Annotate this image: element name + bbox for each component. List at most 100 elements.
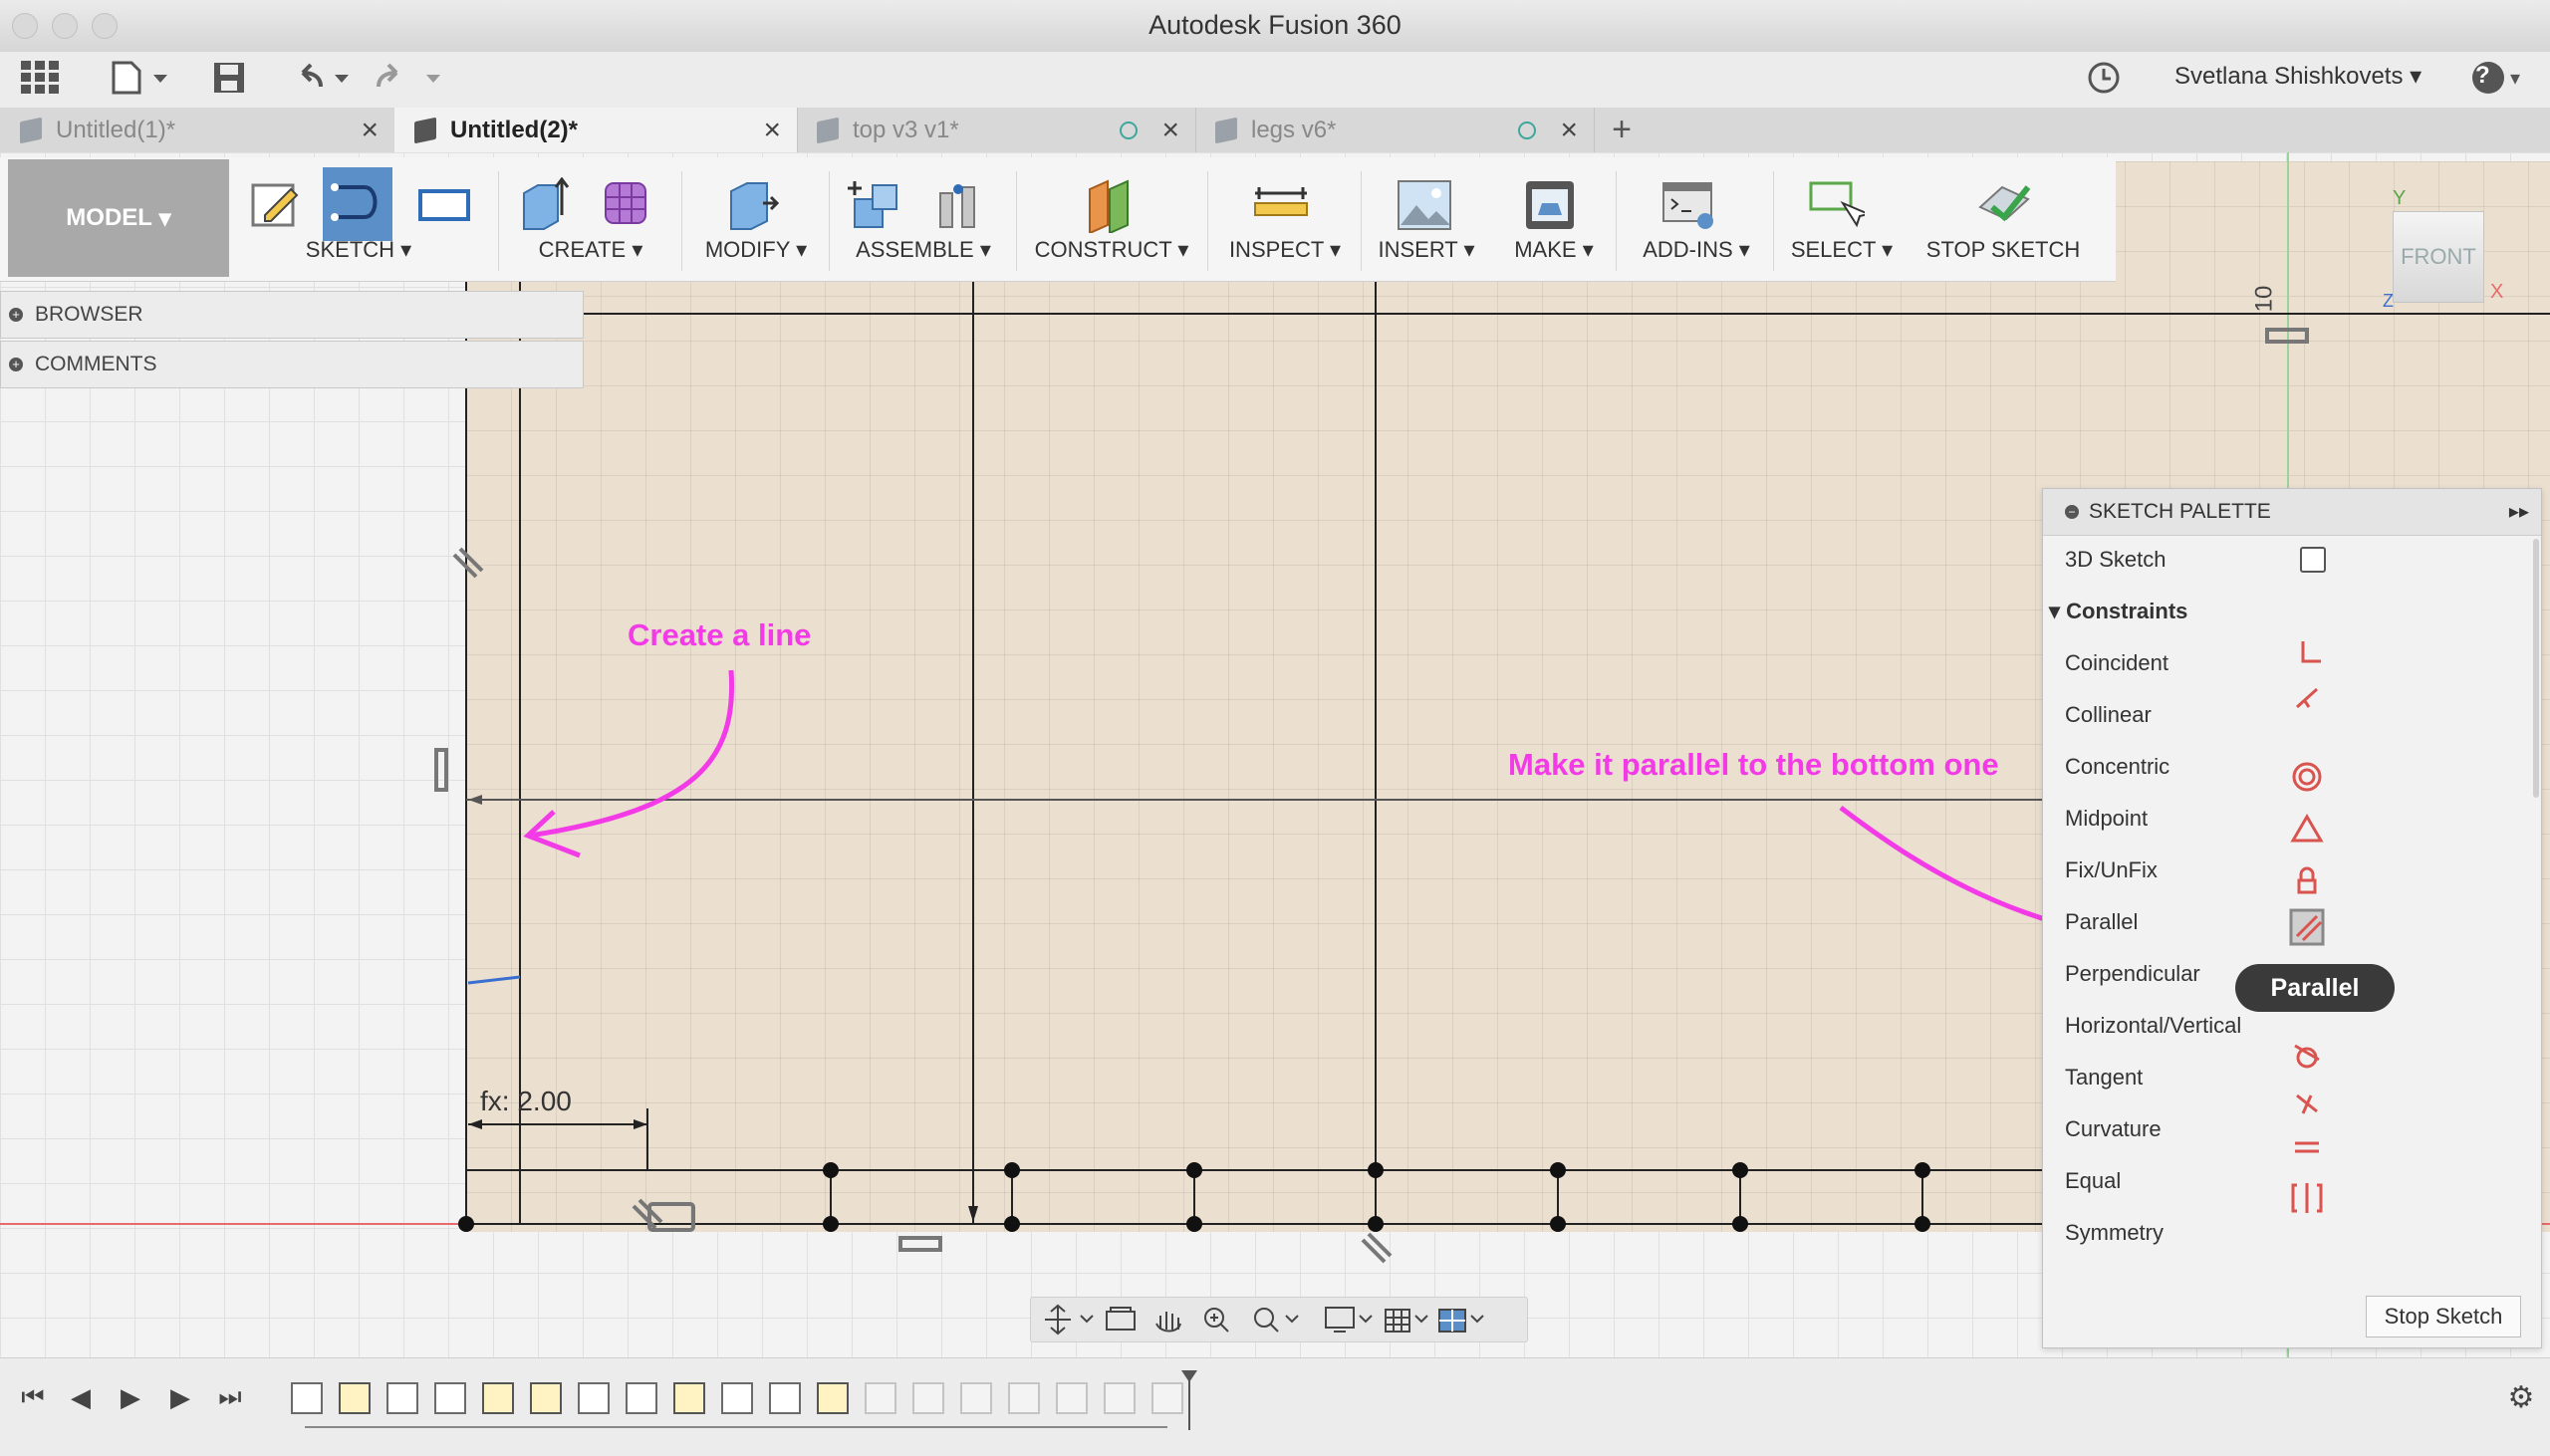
step-back-icon[interactable]: ◀	[64, 1380, 98, 1414]
user-menu[interactable]: Svetlana Shishkovets ▾	[2174, 62, 2422, 91]
dimension-label[interactable]: fx: 2.00	[480, 1086, 572, 1117]
timeline-feature-suppressed[interactable]	[1008, 1382, 1040, 1414]
concentric-icon	[2292, 762, 2322, 792]
stop-sketch-button[interactable]: Stop Sketch	[2366, 1296, 2521, 1337]
expand-palette-icon[interactable]: ▸▸	[2509, 499, 2529, 524]
timeline-extrude[interactable]	[721, 1382, 753, 1414]
select-group[interactable]: SELECT ▾	[1779, 157, 1905, 281]
coincident-icon	[2301, 641, 2321, 663]
create-group[interactable]: CREATE ▾	[506, 157, 675, 281]
z-axis-label: Z	[2383, 291, 2394, 311]
insert-menu[interactable]: INSERT ▾	[1367, 237, 1486, 263]
palette-scrollbar[interactable]	[2533, 539, 2539, 798]
timeline-feature[interactable]	[434, 1382, 466, 1414]
timeline-extrude[interactable]	[578, 1382, 610, 1414]
go-to-start-icon[interactable]: ⏮	[16, 1380, 50, 1414]
offset-plane-icon	[1082, 177, 1138, 235]
close-tab-icon[interactable]: ×	[361, 114, 379, 147]
view-cube-face[interactable]: FRONT	[2401, 244, 2476, 270]
sketch-label: SKETCH	[305, 237, 395, 262]
3d-sketch-checkbox[interactable]	[2300, 547, 2326, 573]
timeline-feature[interactable]	[291, 1382, 323, 1414]
timeline-feature-suppressed[interactable]	[912, 1382, 944, 1414]
view-cube[interactable]: FRONT	[2393, 211, 2484, 303]
palette-header[interactable]: − SKETCH PALETTE ▸▸	[2043, 489, 2541, 536]
assemble-menu[interactable]: ASSEMBLE ▾	[835, 237, 1012, 263]
insert-group[interactable]: INSERT ▾	[1367, 157, 1486, 281]
modify-group[interactable]: MODIFY ▾	[687, 157, 825, 281]
inspect-menu[interactable]: INSPECT ▾	[1213, 237, 1357, 263]
data-panel-grid-icon[interactable]	[18, 60, 62, 96]
browser-panel[interactable]: + BROWSER	[0, 291, 584, 339]
timeline-sketch[interactable]	[673, 1382, 705, 1414]
add-ins-group[interactable]: ADD-INS ▾	[1622, 157, 1771, 281]
timeline-feature[interactable]	[769, 1382, 801, 1414]
close-tab-icon[interactable]: ×	[763, 114, 781, 147]
undo-icon[interactable]	[289, 60, 359, 96]
modify-menu[interactable]: MODIFY ▾	[687, 237, 825, 263]
expand-icon[interactable]: +	[9, 358, 23, 371]
timeline-sketch[interactable]	[339, 1382, 371, 1414]
create-menu[interactable]: CREATE ▾	[506, 237, 675, 263]
timeline-settings-gear-icon[interactable]: ⚙	[2504, 1380, 2538, 1414]
assemble-group[interactable]: ASSEMBLE ▾	[835, 157, 1012, 281]
tab-top-v3[interactable]: top v3 v1* ×	[797, 108, 1196, 152]
workspace-switcher[interactable]: MODEL ▾	[8, 159, 229, 277]
annotation-create-line: Create a line	[628, 617, 812, 652]
timeline-feature-suppressed[interactable]	[865, 1382, 896, 1414]
step-forward-icon[interactable]: ▶	[163, 1380, 197, 1414]
inspect-group[interactable]: INSPECT ▾	[1213, 157, 1357, 281]
timeline-sketch[interactable]	[482, 1382, 514, 1414]
make-group[interactable]: MAKE ▾	[1494, 157, 1614, 281]
constraint-curvature-label: Curvature	[2065, 1116, 2162, 1141]
save-icon[interactable]	[207, 60, 251, 96]
job-status-clock-icon[interactable]	[2084, 60, 2124, 96]
file-menu-icon[interactable]	[108, 60, 171, 96]
tab-legs-v6[interactable]: legs v6* ×	[1195, 108, 1595, 152]
timeline-extrude[interactable]	[386, 1382, 418, 1414]
sketch-group[interactable]: SKETCH ▾	[237, 157, 480, 281]
construct-menu[interactable]: CONSTRUCT ▾	[1022, 237, 1201, 263]
timeline-feature-suppressed[interactable]	[1056, 1382, 1088, 1414]
measure-icon	[1253, 177, 1309, 233]
constraints-section-label: Constraints	[2066, 599, 2188, 623]
sketch-menu[interactable]: SKETCH ▾	[237, 237, 480, 263]
constraint-coincident-label: Coincident	[2065, 650, 2168, 675]
redo-icon[interactable]	[375, 60, 444, 96]
construct-group[interactable]: CONSTRUCT ▾	[1022, 157, 1201, 281]
rectangle-tool-icon[interactable]	[416, 177, 472, 233]
make-menu[interactable]: MAKE ▾	[1494, 237, 1614, 263]
design-icon	[20, 117, 42, 143]
collapse-icon[interactable]: −	[2065, 505, 2079, 519]
display-settings-icon	[1325, 1307, 1355, 1333]
timeline-feature-suppressed[interactable]	[1151, 1382, 1183, 1414]
stop-sketch-group[interactable]: STOP SKETCH	[1911, 157, 2096, 281]
close-tab-icon[interactable]: ×	[1560, 114, 1578, 147]
tab-untitled-1[interactable]: Untitled(1)* ×	[0, 108, 395, 152]
create-sketch-icon[interactable]	[249, 177, 305, 233]
timeline-marker[interactable]	[1181, 1370, 1197, 1430]
constraint-equal-label: Equal	[2065, 1168, 2122, 1193]
zoom-icon	[1204, 1308, 1229, 1333]
timeline-feature-suppressed[interactable]	[960, 1382, 992, 1414]
expand-icon[interactable]: +	[9, 308, 23, 322]
tab-label: top v3 v1*	[853, 116, 959, 143]
go-to-end-icon[interactable]: ⏭	[213, 1380, 247, 1414]
line-tool-icon[interactable]	[323, 167, 392, 241]
constraints-section[interactable]: ▾ Constraints	[2049, 599, 2187, 624]
timeline-feature-suppressed[interactable]	[1104, 1382, 1136, 1414]
tab-untitled-2[interactable]: Untitled(2)* ×	[394, 108, 798, 152]
timeline-sketch[interactable]	[817, 1382, 849, 1414]
comments-panel[interactable]: + COMMENTS	[0, 341, 584, 388]
timeline-feature[interactable]	[626, 1382, 657, 1414]
help-menu[interactable]: ? ▾	[2464, 60, 2526, 96]
construct-label: CONSTRUCT	[1034, 237, 1172, 262]
select-menu[interactable]: SELECT ▾	[1779, 237, 1905, 263]
new-tab-button[interactable]: +	[1602, 108, 1642, 152]
extrude-icon	[518, 176, 574, 233]
play-icon[interactable]: ▶	[114, 1380, 147, 1414]
fit-icon	[1254, 1308, 1279, 1333]
close-tab-icon[interactable]: ×	[1161, 114, 1179, 147]
timeline-sketch[interactable]	[530, 1382, 562, 1414]
add-ins-menu[interactable]: ADD-INS ▾	[1622, 237, 1771, 263]
